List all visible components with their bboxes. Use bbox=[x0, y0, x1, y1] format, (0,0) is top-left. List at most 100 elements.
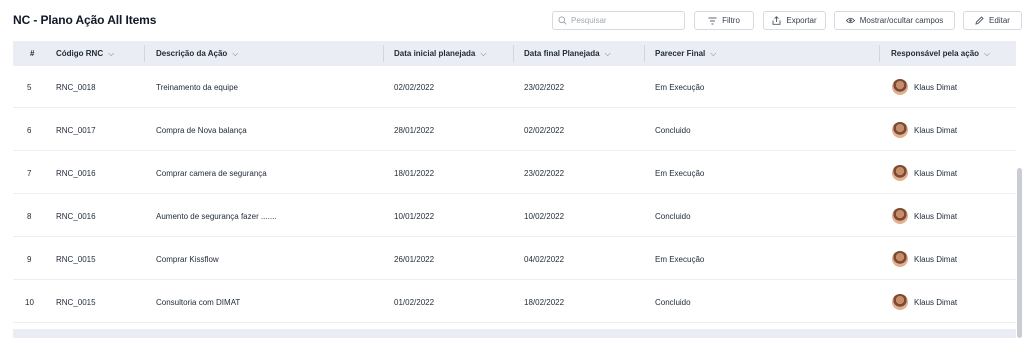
chevron-down-icon[interactable]: ⌵ bbox=[232, 49, 238, 59]
col-header-data-final-label: Data final Planejada bbox=[524, 49, 600, 58]
chevron-down-icon[interactable]: ⌵ bbox=[605, 49, 611, 59]
chevron-down-icon[interactable]: ⌵ bbox=[984, 49, 990, 59]
cell-codigo: RNC_0017 bbox=[56, 125, 96, 135]
cell-number: 8 bbox=[27, 211, 32, 221]
cell-number: 6 bbox=[27, 125, 32, 135]
col-header-parecer-label: Parecer Final bbox=[655, 49, 706, 58]
cell-data-inicial: 18/01/2022 bbox=[394, 168, 435, 178]
table-row[interactable]: 9 RNC_0015 Comprar Kissflow 26/01/2022 0… bbox=[13, 238, 1016, 280]
chevron-down-icon[interactable]: ⌵ bbox=[108, 49, 114, 59]
avatar bbox=[892, 208, 908, 224]
cell-number: 9 bbox=[27, 254, 32, 264]
col-header-data-final[interactable]: Data final Planejada ⌵ bbox=[524, 41, 611, 66]
cell-responsavel[interactable]: Klaus Dimat bbox=[892, 109, 957, 151]
export-button[interactable]: Exportar bbox=[763, 11, 826, 30]
search-icon bbox=[558, 16, 567, 25]
col-header-data-inicial[interactable]: Data inicial planejada ⌵ bbox=[394, 41, 486, 66]
col-header-descricao-label: Descrição da Ação bbox=[156, 49, 228, 58]
filter-icon bbox=[708, 17, 717, 24]
cell-parecer: Concluido bbox=[655, 297, 691, 307]
cell-data-final: 23/02/2022 bbox=[524, 168, 565, 178]
cell-responsavel[interactable]: Klaus Dimat bbox=[892, 152, 957, 194]
col-header-responsavel[interactable]: Responsável pela ação ⌵ bbox=[891, 41, 990, 66]
cell-parecer: Concluido bbox=[655, 125, 691, 135]
avatar bbox=[892, 294, 908, 310]
col-header-number[interactable]: # bbox=[30, 41, 34, 66]
cell-parecer: Em Execução bbox=[655, 254, 705, 264]
table-row[interactable]: 10 RNC_0015 Consultoria com DIMAT 01/02/… bbox=[13, 281, 1016, 323]
cell-descricao: Consultoria com DIMAT bbox=[156, 297, 241, 307]
responsavel-name: Klaus Dimat bbox=[914, 82, 958, 92]
table-footer bbox=[13, 329, 1016, 338]
col-header-codigo[interactable]: Código RNC ⌵ bbox=[56, 41, 114, 66]
cell-responsavel[interactable]: Klaus Dimat bbox=[892, 195, 957, 237]
avatar bbox=[892, 251, 908, 267]
scrollbar-track-upper[interactable] bbox=[1017, 66, 1022, 168]
cell-codigo: RNC_0016 bbox=[56, 211, 96, 221]
table-body: 5 RNC_0018 Treinamento da equipe 02/02/2… bbox=[13, 66, 1016, 329]
table-header: # Código RNC ⌵ Descrição da Ação ⌵ Data … bbox=[13, 41, 1016, 66]
pencil-icon bbox=[975, 16, 984, 25]
export-button-label: Exportar bbox=[786, 16, 817, 25]
table-row[interactable]: 7 RNC_0016 Comprar camera de segurança 1… bbox=[13, 152, 1016, 194]
col-header-data-inicial-label: Data inicial planejada bbox=[394, 49, 476, 58]
avatar bbox=[892, 165, 908, 181]
avatar bbox=[892, 79, 908, 95]
edit-button-label: Editar bbox=[989, 16, 1010, 25]
cell-descricao: Comprar Kissflow bbox=[156, 254, 219, 264]
search-box[interactable] bbox=[552, 11, 685, 30]
cell-data-final: 02/02/2022 bbox=[524, 125, 565, 135]
cell-codigo: RNC_0016 bbox=[56, 168, 96, 178]
cell-descricao: Treinamento da equipe bbox=[156, 82, 238, 92]
col-header-codigo-label: Código RNC bbox=[56, 49, 104, 58]
cell-data-inicial: 01/02/2022 bbox=[394, 297, 435, 307]
cell-data-final: 10/02/2022 bbox=[524, 211, 565, 221]
table-row[interactable]: 6 RNC_0017 Compra de Nova balança 28/01/… bbox=[13, 109, 1016, 151]
col-header-descricao[interactable]: Descrição da Ação ⌵ bbox=[156, 41, 238, 66]
column-divider[interactable] bbox=[144, 45, 145, 62]
cell-data-final: 18/02/2022 bbox=[524, 297, 565, 307]
cell-codigo: RNC_0018 bbox=[56, 82, 96, 92]
cell-data-inicial: 02/02/2022 bbox=[394, 82, 435, 92]
search-input[interactable] bbox=[571, 16, 681, 25]
cell-responsavel[interactable]: Klaus Dimat bbox=[892, 281, 957, 323]
cell-parecer: Em Execução bbox=[655, 168, 705, 178]
cell-codigo: RNC_0015 bbox=[56, 297, 96, 307]
export-icon bbox=[772, 16, 781, 25]
cell-parecer: Em Execução bbox=[655, 82, 705, 92]
cell-responsavel[interactable]: Klaus Dimat bbox=[892, 238, 957, 280]
chevron-down-icon[interactable]: ⌵ bbox=[710, 49, 716, 59]
col-header-number-label: # bbox=[30, 49, 35, 58]
responsavel-name: Klaus Dimat bbox=[914, 254, 958, 264]
cell-data-inicial: 26/01/2022 bbox=[394, 254, 435, 264]
show-hide-fields-label: Mostrar/ocultar campos bbox=[859, 16, 944, 25]
page-title: NC - Plano Ação All Items bbox=[13, 13, 157, 27]
column-divider[interactable] bbox=[383, 45, 384, 62]
cell-number: 7 bbox=[27, 168, 32, 178]
responsavel-name: Klaus Dimat bbox=[914, 168, 958, 178]
show-hide-fields-button[interactable]: Mostrar/ocultar campos bbox=[834, 11, 955, 30]
scrollbar-thumb[interactable] bbox=[1017, 168, 1022, 338]
cell-data-final: 04/02/2022 bbox=[524, 254, 565, 264]
column-divider[interactable] bbox=[879, 45, 880, 62]
table-row[interactable]: 8 RNC_0016 Aumento de segurança fazer ..… bbox=[13, 195, 1016, 237]
column-divider[interactable] bbox=[513, 45, 514, 62]
table-row[interactable]: 5 RNC_0018 Treinamento da equipe 02/02/2… bbox=[13, 66, 1016, 108]
column-divider[interactable] bbox=[644, 45, 645, 62]
filter-button[interactable]: Filtro bbox=[694, 11, 754, 30]
responsavel-name: Klaus Dimat bbox=[914, 297, 958, 307]
col-header-responsavel-label: Responsável pela ação bbox=[891, 49, 980, 58]
top-bar: NC - Plano Ação All Items Filtro Exporta… bbox=[0, 0, 1024, 40]
cell-descricao: Comprar camera de segurança bbox=[156, 168, 267, 178]
chevron-down-icon[interactable]: ⌵ bbox=[480, 49, 486, 59]
col-header-parecer[interactable]: Parecer Final ⌵ bbox=[655, 41, 716, 66]
cell-descricao: Compra de Nova balança bbox=[156, 125, 247, 135]
responsavel-name: Klaus Dimat bbox=[914, 125, 958, 135]
cell-parecer: Concluido bbox=[655, 211, 691, 221]
cell-descricao: Aumento de segurança fazer ....... bbox=[156, 211, 277, 221]
filter-button-label: Filtro bbox=[722, 16, 740, 25]
cell-codigo: RNC_0015 bbox=[56, 254, 96, 264]
cell-number: 10 bbox=[25, 297, 34, 307]
edit-button[interactable]: Editar bbox=[963, 11, 1022, 30]
cell-responsavel[interactable]: Klaus Dimat bbox=[892, 66, 957, 108]
